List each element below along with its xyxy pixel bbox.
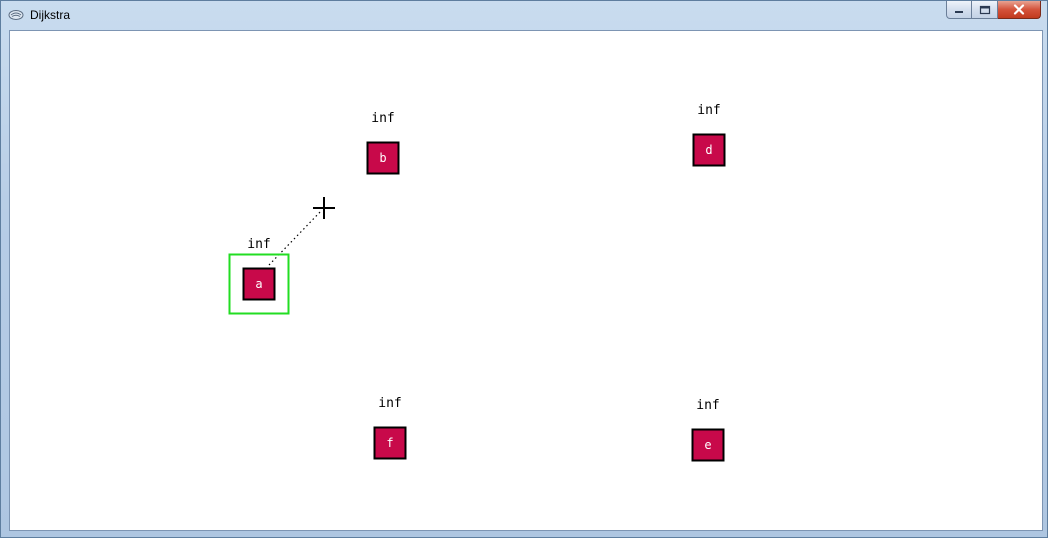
graph-node-e[interactable]: inf e: [691, 398, 725, 462]
window-title: Dijkstra: [30, 8, 71, 22]
node-distance-label: inf: [371, 111, 394, 126]
minimize-icon: [955, 10, 963, 13]
edge-layer: [268, 209, 323, 266]
graph-node-a[interactable]: inf a: [228, 236, 290, 315]
node-distance-label: inf: [696, 398, 719, 413]
close-icon: [1013, 4, 1025, 15]
title-bar[interactable]: Dijkstra: [1, 1, 1047, 30]
node-distance-label: inf: [697, 103, 720, 118]
close-button[interactable]: [998, 1, 1041, 19]
minimize-button[interactable]: [946, 1, 972, 19]
graph-canvas-area[interactable]: inf a inf b inf d inf f inf e: [9, 30, 1043, 531]
node-layer: inf a inf b inf d inf f inf e: [228, 103, 726, 462]
node-distance-label: inf: [378, 396, 401, 411]
graph-node-d[interactable]: inf d: [692, 103, 726, 167]
node-name-label: d: [705, 143, 712, 157]
node-name-label: e: [704, 438, 711, 452]
graph-node-b[interactable]: inf b: [366, 111, 400, 175]
app-window: Dijkstra inf a inf b inf d inf f inf e: [0, 0, 1048, 538]
maximize-button[interactable]: [972, 1, 998, 19]
graph-node-f[interactable]: inf f: [373, 396, 407, 460]
node-distance-label: inf: [247, 237, 270, 252]
maximize-icon: [979, 5, 990, 14]
node-name-label: f: [386, 436, 393, 450]
node-name-label: b: [379, 151, 386, 165]
graph-canvas[interactable]: inf a inf b inf d inf f inf e: [10, 31, 1042, 530]
node-name-label: a: [255, 277, 262, 291]
pending-edge: [268, 209, 323, 266]
window-controls: [946, 1, 1041, 20]
app-icon: [8, 10, 24, 20]
